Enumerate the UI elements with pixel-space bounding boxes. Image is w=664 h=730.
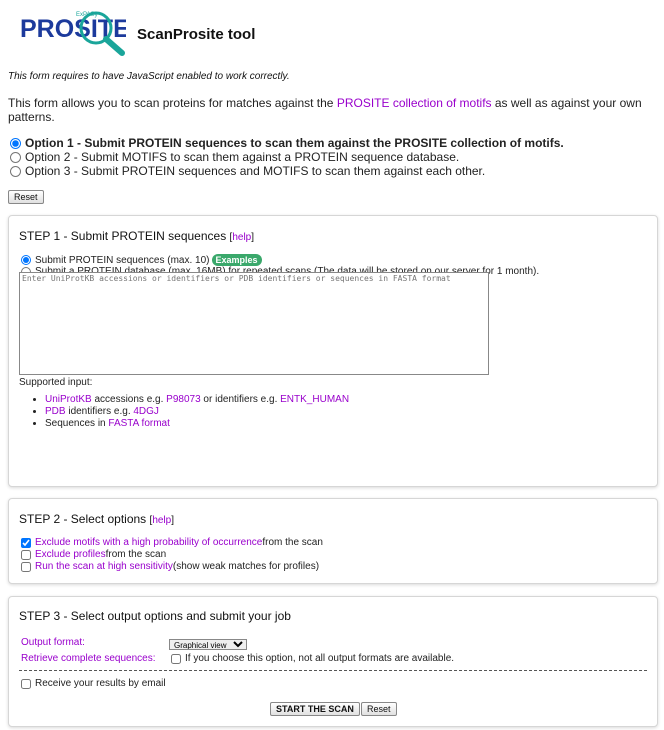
divider xyxy=(19,670,647,671)
step3-panel: STEP 3 - Select output options and submi… xyxy=(8,596,658,727)
step1-panel: STEP 1 - Submit PROTEIN sequences [help]… xyxy=(8,215,658,487)
pdb-link[interactable]: PDB xyxy=(45,406,66,417)
exclude-high-probability-option[interactable]: Exclude motifs with a high probability o… xyxy=(21,537,323,548)
example-pdb-link[interactable]: 4DGJ xyxy=(133,406,159,417)
sequence-input[interactable] xyxy=(19,272,489,375)
option-2[interactable]: Option 2 - Submit MOTIFS to scan them ag… xyxy=(8,150,459,164)
example-accession-link[interactable]: P98073 xyxy=(166,394,200,405)
output-format-label: Output format: xyxy=(21,637,85,648)
step2-help-link[interactable]: help xyxy=(152,515,171,526)
email-checkbox[interactable] xyxy=(21,678,31,689)
step2-panel: STEP 2 - Select options [help] Exclude m… xyxy=(8,498,658,584)
page-title: ScanProsite tool xyxy=(137,26,256,43)
start-scan-button[interactable]: START THE SCAN xyxy=(270,702,360,716)
output-format-select[interactable]: Graphical view xyxy=(169,639,247,650)
exclude-profiles-checkbox[interactable] xyxy=(21,549,31,560)
reset-button[interactable]: Reset xyxy=(361,702,397,716)
list-item: PDB identifiers e.g. 4DGJ xyxy=(45,406,349,418)
retrieve-sequences-label: Retrieve complete sequences: xyxy=(21,653,156,664)
retrieve-sequences-checkbox[interactable] xyxy=(171,653,181,664)
list-item: UniProtKB accessions e.g. P98073 or iden… xyxy=(45,394,349,406)
list-item: Sequences in FASTA format xyxy=(45,418,349,430)
step3-title: STEP 3 - Select output options and submi… xyxy=(19,609,291,623)
uniprotkb-link[interactable]: UniProtKB xyxy=(45,394,92,405)
submit-sequences-radio[interactable] xyxy=(21,255,31,265)
email-option[interactable]: Receive your results by email xyxy=(21,678,166,689)
step2-title: STEP 2 - Select options [help] xyxy=(19,512,174,526)
option-1-radio[interactable] xyxy=(10,137,21,149)
examples-button[interactable]: Examples xyxy=(211,254,262,266)
intro-text: This form allows you to scan proteins fo… xyxy=(8,96,642,124)
prosite-collection-link[interactable]: PROSITE collection of motifs xyxy=(337,96,492,110)
option-3-radio[interactable] xyxy=(10,165,21,177)
header: PROSITE ExPASy ScanProsite tool xyxy=(18,4,658,60)
exclude-profiles-option[interactable]: Exclude profiles from the scan xyxy=(21,549,166,560)
option-2-radio[interactable] xyxy=(10,151,21,163)
supported-input-label: Supported input: xyxy=(19,377,93,388)
prosite-logo[interactable]: PROSITE ExPASy xyxy=(18,4,126,56)
reset-options-button[interactable]: Reset xyxy=(8,190,44,204)
exclude-high-probability-checkbox[interactable] xyxy=(21,537,31,548)
submit-sequences-option[interactable]: Submit PROTEIN sequences (max. 10) Examp… xyxy=(21,254,262,266)
retrieve-sequences-option[interactable]: If you choose this option, not all outpu… xyxy=(171,653,454,664)
example-identifier-link[interactable]: ENTK_HUMAN xyxy=(280,394,349,405)
option-1[interactable]: Option 1 - Submit PROTEIN sequences to s… xyxy=(8,136,564,150)
step1-title: STEP 1 - Submit PROTEIN sequences [help] xyxy=(19,229,255,243)
js-note: This form requires to have JavaScript en… xyxy=(8,71,290,82)
fasta-format-link[interactable]: FASTA format xyxy=(108,418,170,429)
step1-help-link[interactable]: help xyxy=(232,232,251,243)
supported-input-list: UniProtKB accessions e.g. P98073 or iden… xyxy=(19,394,349,430)
option-3[interactable]: Option 3 - Submit PROTEIN sequences and … xyxy=(8,164,485,178)
high-sensitivity-checkbox[interactable] xyxy=(21,561,31,572)
high-sensitivity-option[interactable]: Run the scan at high sensitivity (show w… xyxy=(21,561,319,572)
